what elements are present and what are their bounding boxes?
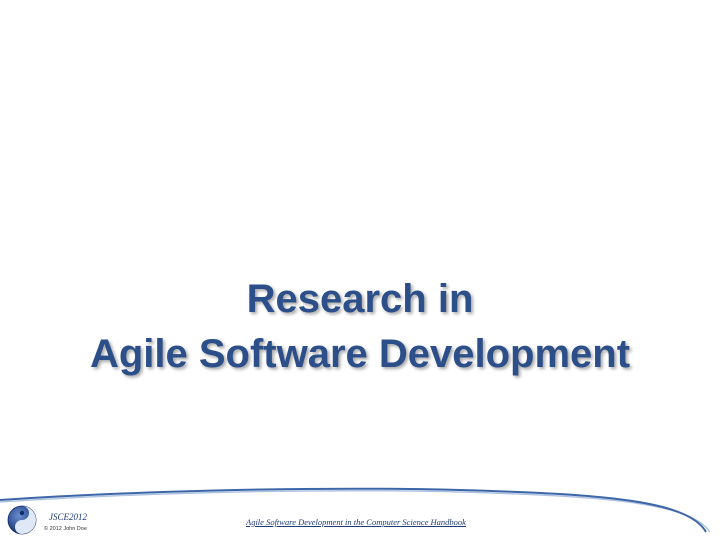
slide-title: Research in Agile Software Development bbox=[0, 272, 720, 382]
title-line-1: Research in bbox=[246, 277, 474, 321]
conference-label: JSCE2012 bbox=[49, 512, 87, 522]
title-line-2: Agile Software Development bbox=[89, 332, 631, 376]
yin-yang-icon bbox=[7, 505, 37, 535]
handbook-title: Agile Software Development in the Comput… bbox=[246, 517, 466, 527]
slide: Research in Agile Software Development J… bbox=[0, 0, 720, 540]
copyright-text: © 2012 John Doe bbox=[44, 526, 87, 532]
footer-swoosh bbox=[0, 487, 711, 533]
